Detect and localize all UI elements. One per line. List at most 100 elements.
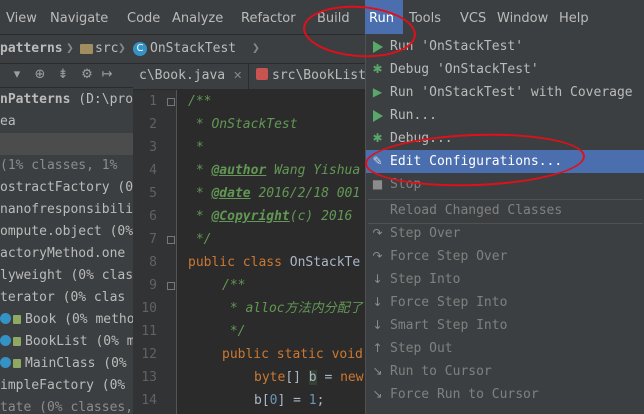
- breadcrumb-separator: ❯: [118, 41, 126, 56]
- breadcrumb-separator: ❯: [252, 41, 260, 56]
- tree-row-package[interactable]: terator (0% clas: [0, 287, 125, 309]
- tab-booklist[interactable]: src\BookList: [250, 64, 373, 90]
- tree-row-class[interactable]: BookList (0% m: [0, 331, 133, 353]
- menu-item-force-run-to-cursor[interactable]: ↘ Force Run to Cursor: [366, 383, 644, 406]
- code-line: /**: [222, 278, 246, 293]
- code-line: */: [188, 232, 212, 247]
- menu-item-reload-changed-classes[interactable]: Reload Changed Classes: [366, 199, 644, 222]
- line-number: 1: [149, 94, 157, 109]
- project-toolbar: ▾ ⊕ ⇟ ⚙ ↦: [0, 64, 133, 88]
- line-number: 6: [149, 209, 157, 224]
- smart-step-into-icon: ↓: [372, 318, 383, 332]
- tree-row-package[interactable]: ompute.object (0%: [0, 221, 133, 243]
- line-number: 12: [141, 347, 157, 362]
- tree-row-package[interactable]: lyweight (0% clas: [0, 265, 133, 287]
- breadcrumb-project[interactable]: patterns: [0, 41, 63, 56]
- line-number-gutter: 1 2 3 4 5 6 7 8 9 10 11 12 13 14: [133, 90, 177, 414]
- class-icon: C: [133, 42, 147, 56]
- line-number: 14: [141, 393, 157, 408]
- step-into-icon: ↓: [372, 272, 383, 286]
- close-icon[interactable]: ✕: [233, 69, 242, 82]
- menu-analyze[interactable]: Analyze: [168, 0, 227, 34]
- menu-item-step-out[interactable]: ↑ Step Out: [366, 337, 644, 360]
- tree-row-coverage[interactable]: (1% classes, 1%: [0, 155, 117, 177]
- lock-icon: [13, 359, 21, 368]
- line-number: 5: [149, 186, 157, 201]
- code-line: * @date 2016/2/18 001: [188, 186, 361, 201]
- menu-refactor[interactable]: Refactor: [237, 0, 300, 34]
- line-number: 2: [149, 117, 157, 132]
- line-number: 8: [149, 255, 157, 270]
- collapse-all-icon[interactable]: ⇟: [56, 68, 70, 82]
- hide-panel-icon[interactable]: ↦: [100, 68, 114, 82]
- tree-row-class[interactable]: MainClass (0%: [0, 353, 127, 375]
- menu-navigate[interactable]: Navigate: [46, 0, 112, 34]
- menu-item-run-dialog[interactable]: Run...: [366, 104, 644, 127]
- breadcrumb-separator: ❯: [66, 41, 74, 56]
- tree-row-package[interactable]: actoryMethod.one: [0, 243, 125, 265]
- code-line: * @Copyright(c) 2016: [188, 209, 353, 224]
- breadcrumb-folder[interactable]: src: [95, 41, 118, 56]
- code-line: public static void: [222, 347, 363, 362]
- collapse-dropdown-icon[interactable]: ▾: [10, 68, 24, 82]
- code-line: b[0] = 1;: [254, 393, 325, 408]
- debug-icon: ✱: [372, 131, 383, 145]
- menu-item-step-over[interactable]: ↷ Step Over: [366, 222, 644, 245]
- code-line: /**: [188, 94, 212, 109]
- menu-item-force-step-over[interactable]: ↷ Force Step Over: [366, 245, 644, 268]
- force-run-to-cursor-icon: ↘: [372, 387, 383, 401]
- run-menu-dropdown: Run 'OnStackTest' ✱ Debug 'OnStackTest' …: [365, 34, 644, 414]
- code-line: * alloc方法内分配了: [222, 301, 363, 316]
- force-step-over-icon: ↷: [372, 249, 383, 263]
- tree-row-idea[interactable]: ea: [0, 111, 16, 133]
- tab-book[interactable]: c\Book.java ✕: [133, 64, 250, 90]
- project-panel: ▾ ⊕ ⇟ ⚙ ↦ nPatterns (D:\pro ea (1% class…: [0, 64, 133, 414]
- menu-item-step-into[interactable]: ↓ Step Into: [366, 268, 644, 291]
- code-line: public class OnStackTe: [188, 255, 361, 270]
- target-icon[interactable]: ⊕: [33, 68, 47, 82]
- class-icon: [0, 357, 11, 368]
- code-line: * OnStackTest: [188, 117, 298, 132]
- step-out-icon: ↑: [372, 341, 383, 355]
- settings-icon[interactable]: ⚙: [80, 68, 94, 82]
- menu-vcs[interactable]: VCS: [456, 0, 490, 34]
- step-over-icon: ↷: [372, 226, 383, 240]
- coverage-icon: ▶: [372, 85, 383, 99]
- run-to-cursor-icon: ↘: [372, 364, 383, 378]
- tree-row-selected[interactable]: [0, 133, 133, 155]
- tree-row-package[interactable]: nanofresponsibili: [0, 199, 133, 221]
- tree-row-package[interactable]: impleFactory (0%: [0, 375, 125, 397]
- code-line: byte[] b = new: [254, 370, 364, 385]
- fold-marker-icon[interactable]: [167, 282, 175, 290]
- menu-item-debug-onstacktest[interactable]: ✱ Debug 'OnStackTest': [366, 58, 644, 81]
- tree-row-project[interactable]: nPatterns (D:\pro: [0, 89, 133, 111]
- line-number: 3: [149, 140, 157, 155]
- debug-icon: ✱: [372, 62, 383, 76]
- line-number: 10: [141, 301, 157, 316]
- folder-icon: [80, 44, 93, 54]
- line-number: 13: [141, 370, 157, 385]
- menu-view[interactable]: View: [2, 0, 41, 34]
- line-number: 7: [149, 232, 157, 247]
- menu-item-smart-step-into[interactable]: ↓ Smart Step Into: [366, 314, 644, 337]
- menu-item-run-to-cursor[interactable]: ↘ Run to Cursor: [366, 360, 644, 383]
- tree-row-package[interactable]: tate (0% classes,: [0, 397, 133, 414]
- class-icon: [0, 335, 11, 346]
- force-step-into-icon: ↓: [372, 295, 383, 309]
- menu-code[interactable]: Code: [123, 0, 164, 34]
- code-line: */: [222, 324, 246, 339]
- tree-row-class[interactable]: Book (0% metho: [0, 309, 133, 331]
- code-line: *: [188, 140, 204, 155]
- line-number: 4: [149, 163, 157, 178]
- breadcrumb-file[interactable]: OnStackTest: [150, 41, 236, 56]
- lock-icon: [13, 337, 21, 346]
- lock-icon: [13, 315, 21, 324]
- menu-help[interactable]: Help: [555, 0, 593, 34]
- tree-row-package[interactable]: ostractFactory (0%: [0, 177, 133, 199]
- fold-marker-icon[interactable]: [167, 236, 175, 244]
- menu-item-force-step-into[interactable]: ↓ Force Step Into: [366, 291, 644, 314]
- fold-marker-icon[interactable]: [167, 98, 175, 106]
- menu-item-run-with-coverage[interactable]: ▶ Run 'OnStackTest' with Coverage: [366, 81, 644, 104]
- code-line: * @author Wang Yishua: [188, 163, 361, 178]
- menu-window[interactable]: Window: [493, 0, 552, 34]
